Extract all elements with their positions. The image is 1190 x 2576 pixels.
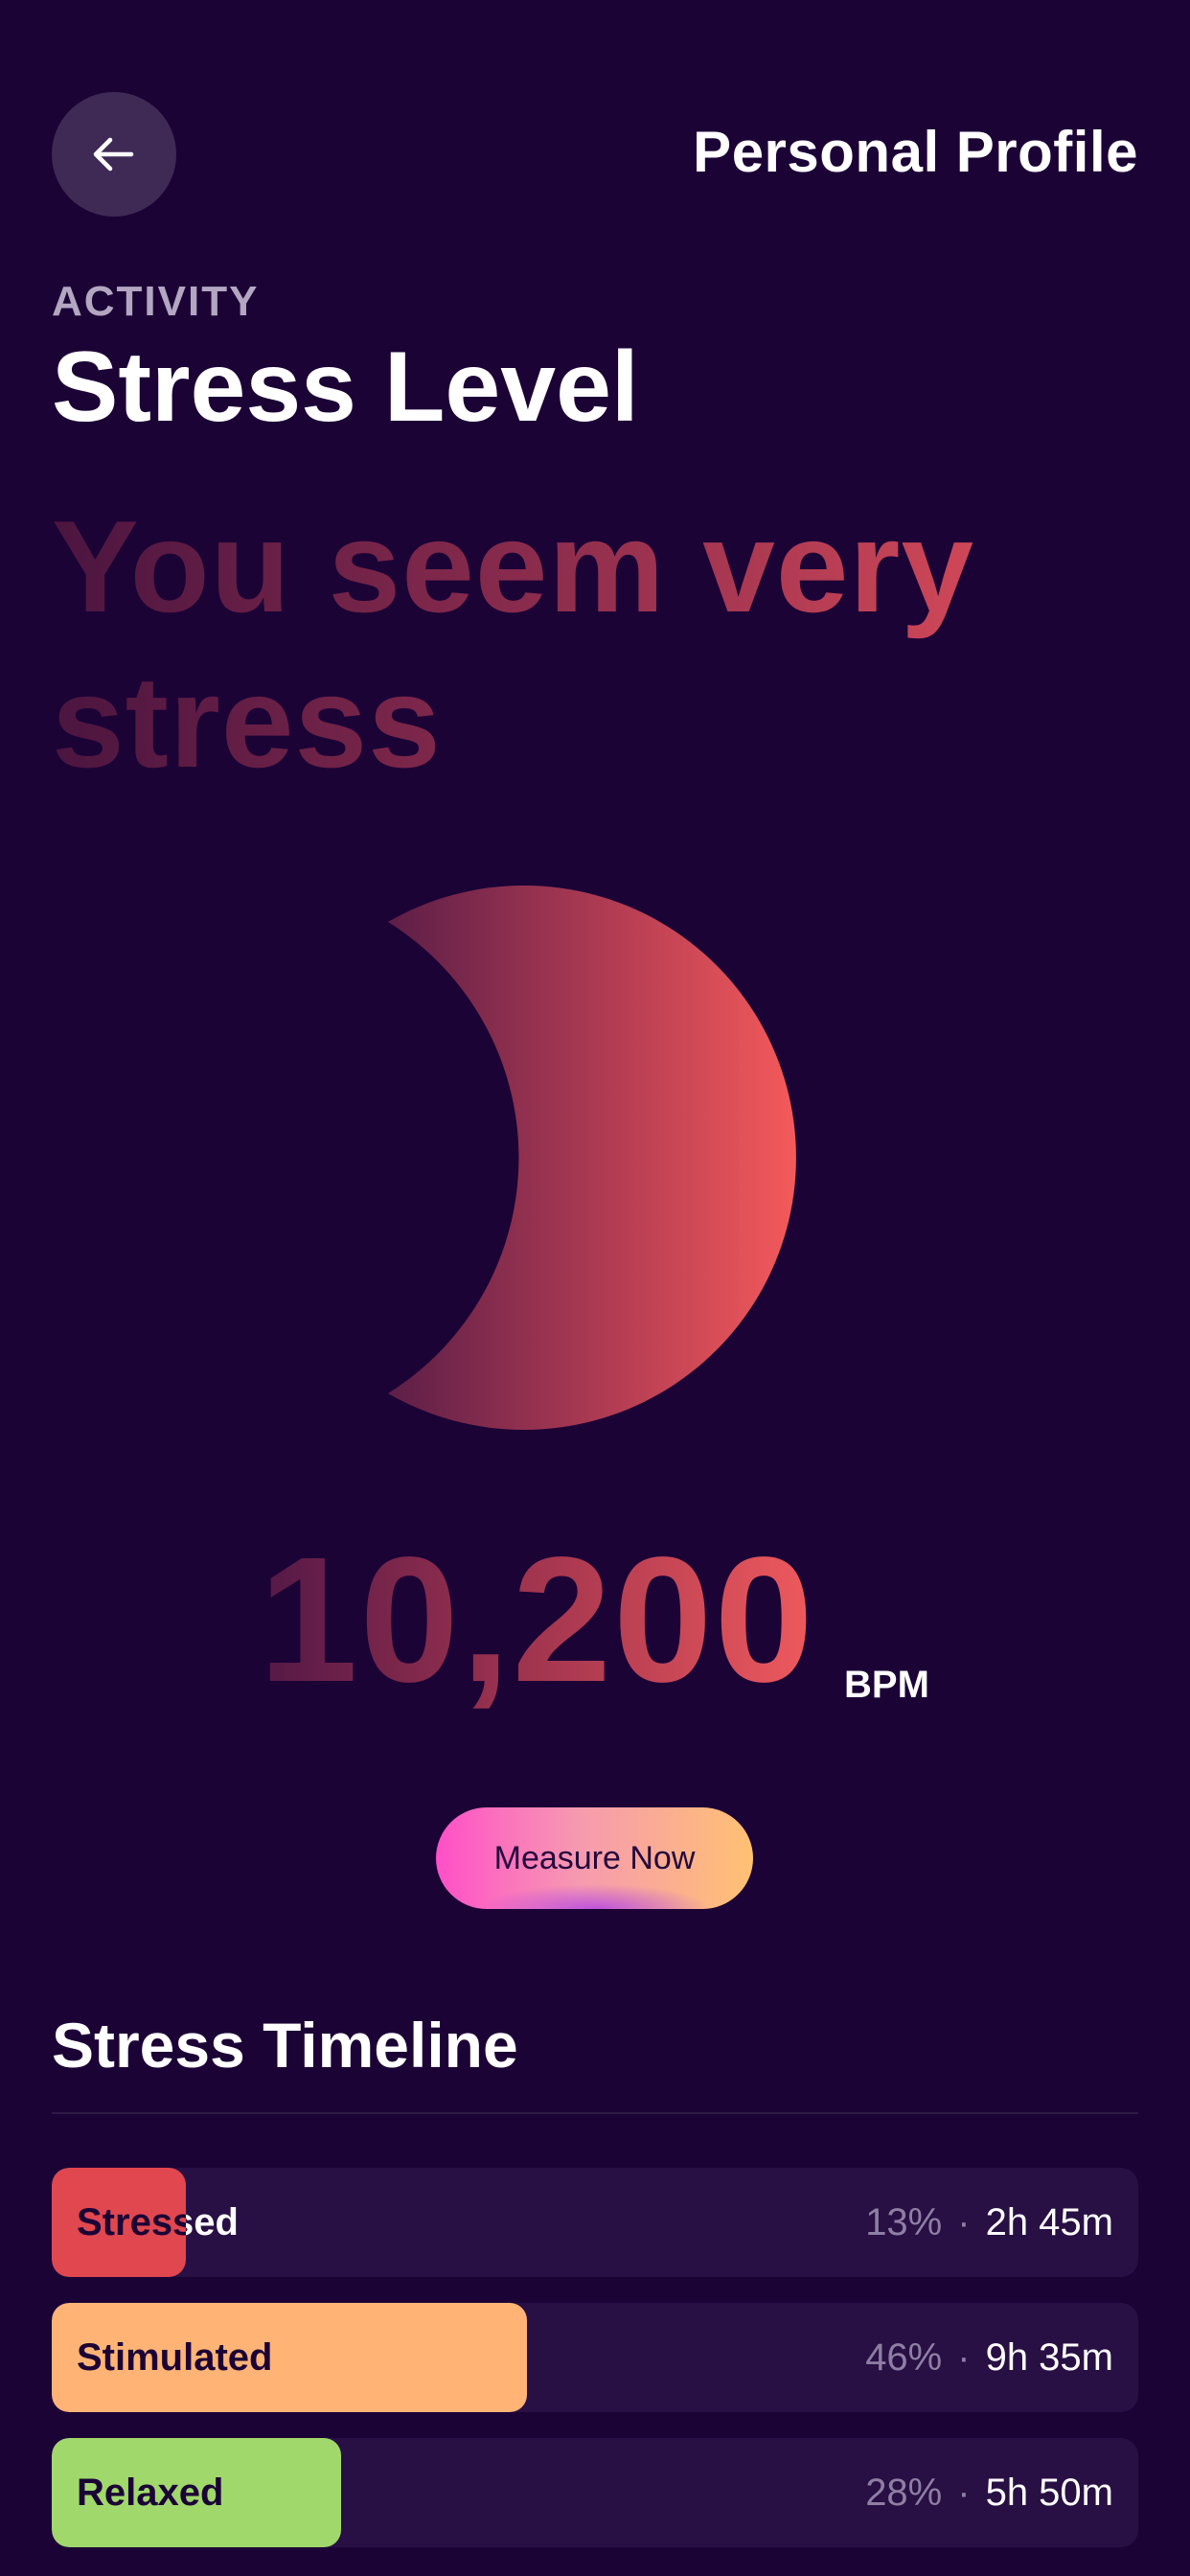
timeline-divider [52,2112,1138,2114]
timeline-row-relaxed[interactable]: Relaxed 28% · 5h 50m [52,2438,1138,2547]
timeline-percent-relaxed: 28% [865,2472,943,2514]
measure-now-button[interactable]: Measure Now [436,1807,753,1909]
timeline-label-relaxed: Relaxed [77,2438,223,2547]
arrow-left-icon [93,137,134,172]
stress-reading-value: 10,200 [259,1521,815,1719]
timeline-separator: · [957,2336,971,2379]
timeline-title: Stress Timeline [52,2010,518,2081]
timeline-label-stressed: Stressed [77,2168,239,2277]
timeline-stats-stressed: 13% · 2h 45m [865,2168,1113,2277]
timeline-separator: · [957,2472,971,2514]
back-button[interactable] [52,92,176,217]
timeline-percent-stressed: 13% [865,2201,943,2243]
stress-reading-unit: BPM [844,1664,929,1706]
stress-message: You seem very stress [52,489,1144,799]
timeline-duration-relaxed: 5h 50m [985,2472,1113,2514]
timeline-stats-relaxed: 28% · 5h 50m [865,2438,1113,2547]
timeline-percent-stimulated: 46% [865,2336,943,2379]
section-eyebrow: ACTIVITY [52,278,260,325]
section-heading: Stress Level [52,332,639,443]
timeline-row-stressed[interactable]: Stressed 13% · 2h 45m [52,2168,1138,2277]
timeline-row-stimulated[interactable]: Stimulated 46% · 9h 35m [52,2303,1138,2412]
timeline-duration-stimulated: 9h 35m [985,2336,1113,2379]
timeline-stats-stimulated: 46% · 9h 35m [865,2303,1113,2412]
crescent-moon-icon [364,882,824,1434]
timeline-label-stimulated: Stimulated [77,2303,272,2412]
timeline-separator: · [957,2201,971,2243]
page-title: Personal Profile [693,120,1138,184]
timeline-duration-stressed: 2h 45m [985,2201,1113,2243]
